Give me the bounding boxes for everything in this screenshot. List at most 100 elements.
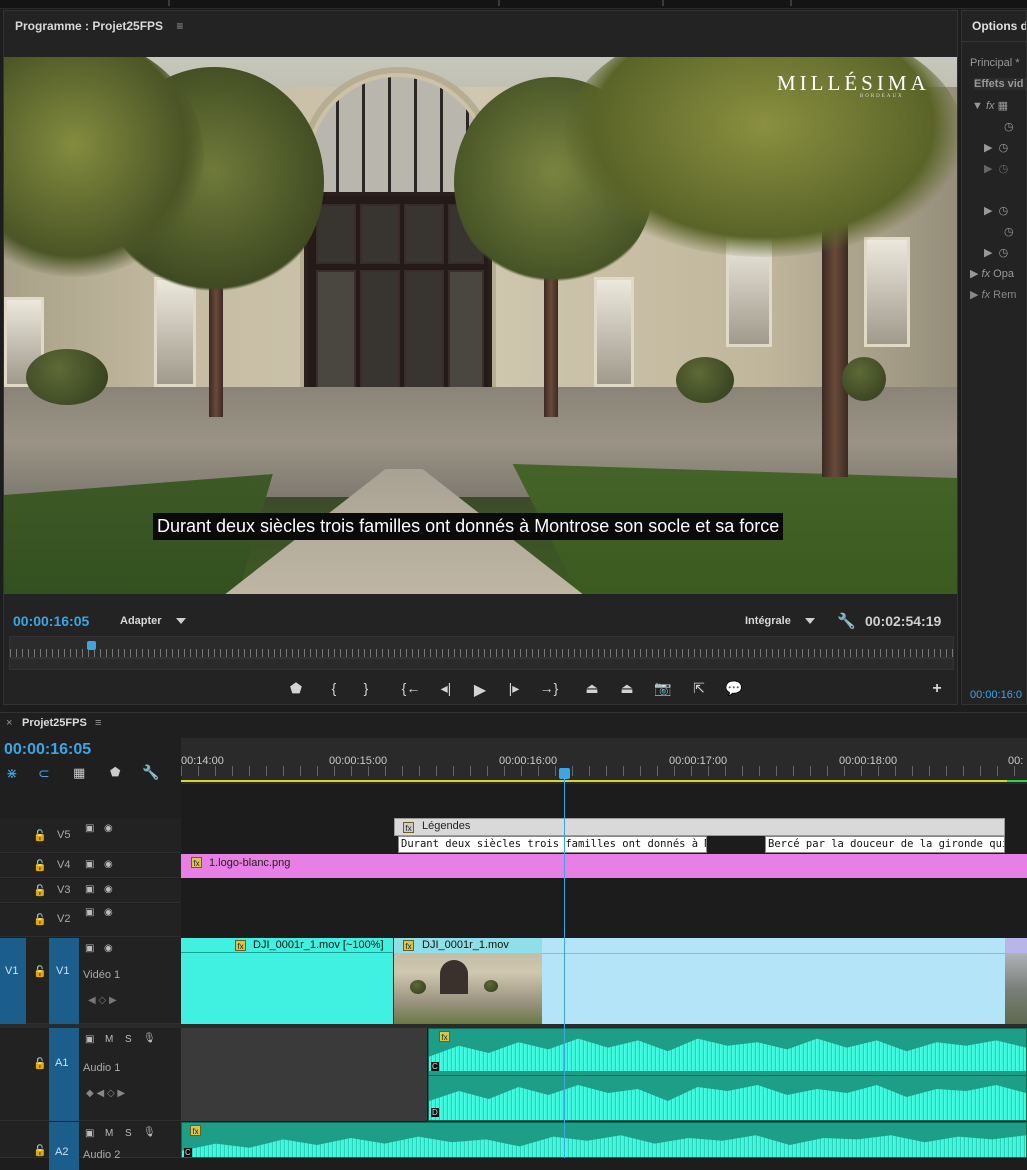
track-target-a1[interactable]: A1 [49, 1028, 79, 1121]
expand-triangle-icon[interactable]: ▶ ◷ [984, 141, 1008, 154]
mute-button[interactable]: M [105, 1128, 113, 1139]
effect-controls-title[interactable]: Options d' [972, 19, 1026, 33]
marker-icon[interactable]: ⬟ [110, 765, 120, 779]
wrench-icon[interactable]: 🔧 [837, 612, 856, 630]
toggle-sync-icon[interactable]: ▣ [85, 1128, 94, 1139]
topiary-bush [676, 357, 734, 403]
stopwatch-icon[interactable]: ◷ [1004, 120, 1014, 133]
linked-selection-icon[interactable]: ⊂ [38, 765, 50, 782]
keyframe-nav-icon[interactable]: ◆ ◀ ◇ ▶ [86, 1088, 125, 1099]
toggle-sync-icon[interactable]: ▣ [85, 907, 94, 918]
video-effects-section: Effets vid [974, 78, 1026, 90]
video-clip[interactable]: fx DJI_0001r_1.mov [~100%] [181, 938, 393, 1024]
lock-icon[interactable]: 🔓 [33, 884, 47, 897]
logo-clip[interactable]: fx 1.logo-blanc.png [181, 854, 1027, 878]
playhead-marker[interactable] [87, 641, 96, 650]
step-forward-icon[interactable]: |▸ [504, 680, 524, 697]
effect-controls-timecode[interactable]: 00:00:16:0 [970, 689, 1022, 701]
panel-menu-icon[interactable]: ≡ [176, 19, 183, 33]
program-monitor-title[interactable]: Programme : Projet25FPS [15, 19, 163, 33]
add-marker-icon[interactable]: ▦ [73, 765, 85, 781]
stopwatch-icon[interactable]: ◷ [1004, 225, 1014, 238]
expand-triangle-icon[interactable]: ▼ fx ▦ [972, 99, 1008, 112]
time-remap-effect[interactable]: ▶ fx Rem [970, 288, 1016, 301]
timeline-timecode[interactable]: 00:00:16:05 [4, 741, 91, 759]
toggle-sync-icon[interactable]: ▣ [85, 823, 94, 834]
toggle-sync-icon[interactable]: ▣ [85, 943, 94, 954]
add-button[interactable]: + [927, 680, 947, 698]
source-tab[interactable]: Principal * [970, 57, 1020, 69]
playhead-timecode[interactable]: 00:00:16:05 [13, 613, 89, 629]
mute-button[interactable]: M [105, 1034, 113, 1045]
empty-audio-gap [181, 1028, 427, 1121]
toggle-sync-icon[interactable]: ▣ [85, 884, 94, 895]
playhead-line[interactable] [564, 779, 565, 1158]
opacity-effect[interactable]: ▶ fx Opa [970, 267, 1014, 280]
track-header-v1: V1 🔓 V1 ▣ ◉ Vidéo 1 ◀ ◇ ▶ [0, 938, 181, 1024]
panel-menu-icon[interactable]: ≡ [95, 717, 101, 729]
eye-icon[interactable]: ◉ [104, 884, 113, 895]
watermark-logo: MILLÉSIMA BORDEAUX [777, 71, 930, 99]
track-target-v1[interactable]: V1 [49, 938, 79, 1024]
toggle-sync-icon[interactable]: ▣ [85, 859, 94, 870]
work-area-bar[interactable] [181, 780, 1007, 782]
caption-block[interactable]: Durant deux siècles trois familles ont d… [398, 836, 707, 853]
timeline-ruler[interactable]: 00:14:00 00:00:15:00 00:00:16:00 00:00:1… [181, 738, 1027, 784]
mark-out-icon[interactable]: } [356, 680, 376, 696]
toggle-sync-icon[interactable]: ▣ [85, 1034, 94, 1045]
video-clip[interactable]: fx DJI_0001r_1.mov [394, 938, 542, 1024]
lock-icon[interactable]: 🔓 [33, 965, 47, 978]
track-target-a2[interactable]: A2 [49, 1122, 79, 1170]
caption-overlay: Durant deux siècles trois familles ont d… [153, 513, 784, 540]
lock-icon[interactable]: 🔓 [33, 829, 47, 842]
button-editor-icon[interactable]: ⇱ [689, 680, 709, 697]
captions-icon[interactable]: 💬 [724, 680, 744, 697]
playback-resolution-dropdown[interactable]: Intégrale [745, 615, 815, 627]
lock-icon[interactable]: 🔓 [33, 913, 47, 926]
timeline-panel: × Projet25FPS ≡ 00:00:16:05 ⋇ ⊂ ▦ ⬟ 🔧 00… [0, 712, 1027, 1170]
topiary-bush [842, 357, 886, 401]
expand-triangle-icon[interactable]: ▶ ◷ [984, 204, 1008, 217]
zoom-level-dropdown[interactable]: Adapter [120, 615, 186, 627]
eye-icon[interactable]: ◉ [104, 859, 113, 870]
audio-clip[interactable]: fx C D [428, 1028, 1027, 1121]
expand-triangle-icon[interactable]: ▶ ◷ [984, 246, 1008, 259]
solo-button[interactable]: S [125, 1034, 132, 1045]
snap-icon[interactable]: ⋇ [6, 765, 18, 782]
timeline-title[interactable]: Projet25FPS [22, 717, 87, 729]
audio-clip[interactable]: fx C [181, 1122, 1027, 1158]
top-menu-strip [0, 0, 1027, 9]
wrench-icon[interactable]: 🔧 [142, 764, 159, 781]
microphone-icon[interactable]: 🎙 [143, 1127, 156, 1138]
monitor-time-ruler[interactable] [9, 636, 955, 658]
lock-icon[interactable]: 🔓 [33, 1144, 47, 1157]
caption-block[interactable]: Bercé par la douceur de la gironde qui e… [765, 836, 1005, 853]
solo-button[interactable]: S [125, 1128, 132, 1139]
source-patch-v1[interactable]: V1 [0, 938, 26, 1024]
close-icon[interactable]: × [6, 717, 12, 729]
keyframe-nav-icon[interactable]: ◀ ◇ ▶ [88, 995, 117, 1006]
track-header-a2: 🔓 A2 ▣ M S 🎙 Audio 2 [0, 1122, 181, 1170]
lift-icon[interactable]: ⏏ [582, 680, 602, 697]
play-icon[interactable]: ▶ [470, 680, 490, 700]
playhead-handle[interactable] [559, 768, 570, 779]
eye-icon[interactable]: ◉ [104, 907, 113, 918]
go-to-out-icon[interactable]: →} [538, 680, 560, 696]
video-clip[interactable] [542, 938, 1005, 1024]
track-header-v2: 🔓 V2 ▣ ◉ [0, 904, 181, 937]
video-clip[interactable] [1005, 938, 1027, 1024]
lock-icon[interactable]: 🔓 [33, 859, 47, 872]
lock-icon[interactable]: 🔓 [33, 1057, 47, 1070]
microphone-icon[interactable]: 🎙 [143, 1033, 156, 1044]
eye-icon[interactable]: ◉ [104, 943, 113, 954]
mark-in-icon[interactable]: { [324, 680, 344, 696]
captions-clip[interactable]: fx Légendes [394, 818, 1005, 836]
expand-triangle-icon[interactable]: ▶ ◷ [984, 162, 1008, 175]
zoom-scrollbar[interactable] [9, 658, 954, 670]
export-frame-icon[interactable]: 📷 [653, 680, 673, 697]
marker-icon[interactable]: ⬟ [286, 680, 306, 697]
eye-icon[interactable]: ◉ [104, 823, 113, 834]
extract-icon[interactable]: ⏏ [617, 680, 637, 697]
go-to-in-icon[interactable]: {← [400, 680, 422, 696]
step-back-icon[interactable]: ◂| [436, 680, 456, 697]
